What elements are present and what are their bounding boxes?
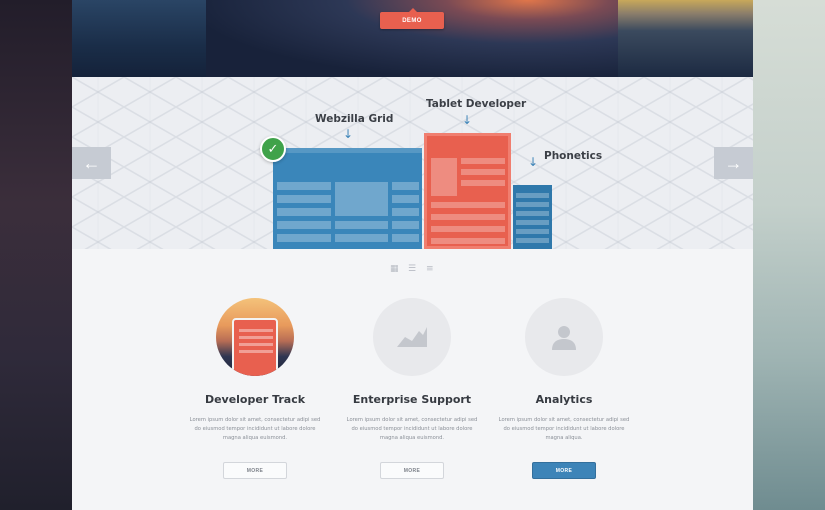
feature-title: Developer Track bbox=[204, 393, 306, 406]
background-right bbox=[753, 0, 825, 510]
arrow-right-icon: → bbox=[724, 152, 743, 173]
more-button[interactable]: MORE bbox=[380, 462, 444, 479]
label-phonetics: Phonetics bbox=[544, 150, 603, 162]
arrow-down-icon: ↓ bbox=[462, 113, 473, 127]
more-button[interactable]: MORE bbox=[532, 462, 596, 479]
detail-list-view-icon[interactable]: ≡ bbox=[426, 265, 436, 274]
arrow-down-icon: ↓ bbox=[343, 127, 354, 141]
feature-description: Lorem ipsum dolor sit amet, consectetur … bbox=[189, 417, 321, 441]
label-webzilla-grid: Webzilla Grid bbox=[315, 113, 394, 125]
more-button[interactable]: MORE bbox=[223, 462, 287, 479]
hero-image-left bbox=[72, 0, 206, 77]
feature-description: Lorem ipsum dolor sit amet, consectetur … bbox=[346, 417, 478, 441]
grid-view-icon[interactable]: ▦ bbox=[390, 265, 400, 274]
hero-banner: DEMO bbox=[72, 0, 753, 77]
phone-device-illustration bbox=[513, 185, 552, 249]
user-icon bbox=[525, 298, 603, 376]
arrow-left-icon: ← bbox=[82, 152, 101, 173]
view-toggle-group: ▦ ☰ ≡ bbox=[390, 265, 436, 274]
list-view-icon[interactable]: ☰ bbox=[408, 265, 418, 274]
demo-button[interactable]: DEMO bbox=[380, 8, 444, 29]
feature-analytics: Analytics Lorem ipsum dolor sit amet, co… bbox=[489, 298, 639, 479]
slider-next-button[interactable]: → bbox=[714, 147, 753, 179]
area-chart-icon bbox=[373, 298, 451, 376]
background-left bbox=[0, 0, 72, 510]
devices-slider: ← → Webzilla Grid ↓ Tablet Developer ↓ P… bbox=[72, 77, 753, 249]
label-tablet-developer: Tablet Developer bbox=[426, 98, 527, 110]
feature-title: Enterprise Support bbox=[352, 393, 472, 406]
feature-title: Analytics bbox=[535, 393, 593, 406]
tablet-photo-icon bbox=[216, 298, 294, 376]
desktop-device-illustration bbox=[273, 148, 422, 249]
arrow-down-icon: ↓ bbox=[528, 155, 539, 169]
slider-prev-button[interactable]: ← bbox=[72, 147, 111, 179]
check-icon: ✓ bbox=[260, 136, 286, 162]
feature-enterprise-support: Enterprise Support Lorem ipsum dolor sit… bbox=[337, 298, 487, 479]
feature-developer-track: Developer Track Lorem ipsum dolor sit am… bbox=[180, 298, 330, 479]
page: DEMO ← → Webzilla Grid ↓ Tablet Develope… bbox=[72, 0, 753, 510]
hero-image-right bbox=[618, 0, 753, 77]
tablet-device-illustration bbox=[424, 133, 511, 249]
feature-description: Lorem ipsum dolor sit amet, consectetur … bbox=[498, 417, 630, 441]
